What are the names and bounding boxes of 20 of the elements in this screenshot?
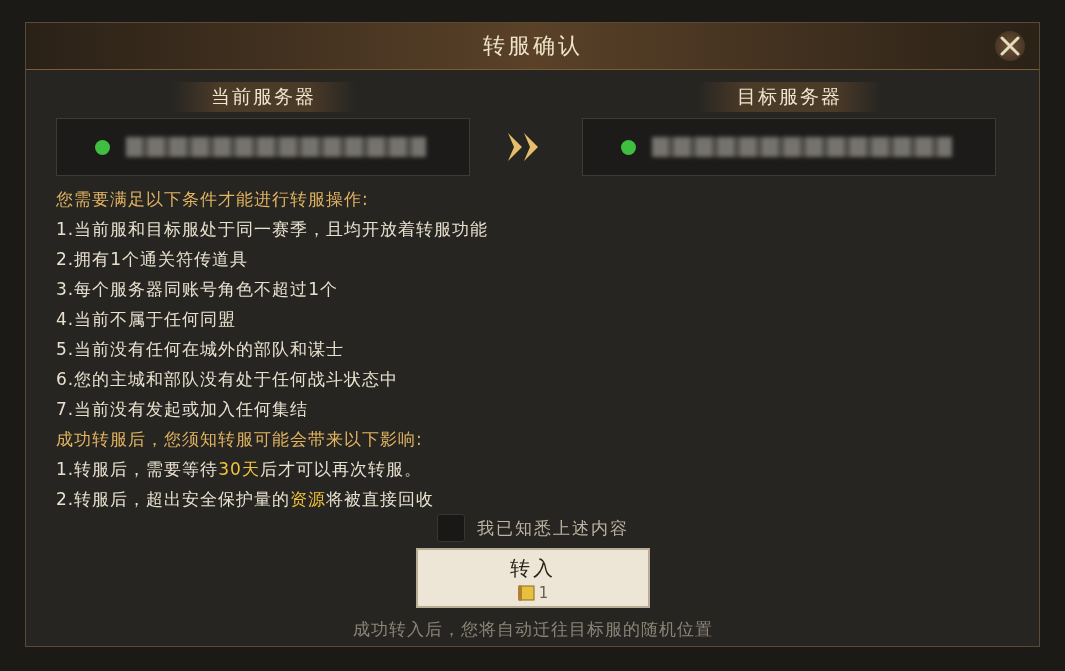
footer-note: 成功转入后，您将自动迁往目标服的随机位置 <box>352 618 713 641</box>
info-text: 4.当前不属于任何同盟 <box>56 308 238 331</box>
close-button[interactable] <box>995 31 1025 61</box>
info-text: 2.转服后，超出安全保护量的资源将被直接回收 <box>56 488 436 511</box>
info-text: 3.每个服务器同账号角色不超过1个 <box>56 278 340 301</box>
requirements-heading: 您需要满足以下条件才能进行转服操作: <box>56 188 370 211</box>
acknowledge-checkbox[interactable] <box>436 514 465 542</box>
transfer-button[interactable]: 转入 1 <box>415 548 650 608</box>
info-text: 6.您的主城和部队没有处于任何战斗状态中 <box>56 368 400 391</box>
info-text: 1.转服后，需要等待30天后才可以再次转服。 <box>56 458 423 481</box>
info-text: 7.当前没有发起或加入任何集结 <box>56 398 310 421</box>
info-text: 1.当前服和目标服处于同一赛季，且均开放着转服功能 <box>56 218 490 241</box>
dialog-title: 转服确认 <box>482 32 583 60</box>
acknowledge-label: 我已知悉上述内容 <box>476 516 629 540</box>
info-text: 2.拥有1个通关符传道具 <box>56 248 250 271</box>
close-icon <box>1000 36 1020 56</box>
scroll-icon <box>516 583 537 602</box>
cost-count: 1 <box>538 583 549 602</box>
effects-heading: 成功转服后，您须知转服可能会带来以下影响: <box>56 428 424 451</box>
info-text: 5.当前没有任何在城外的部队和谋士 <box>56 338 346 361</box>
